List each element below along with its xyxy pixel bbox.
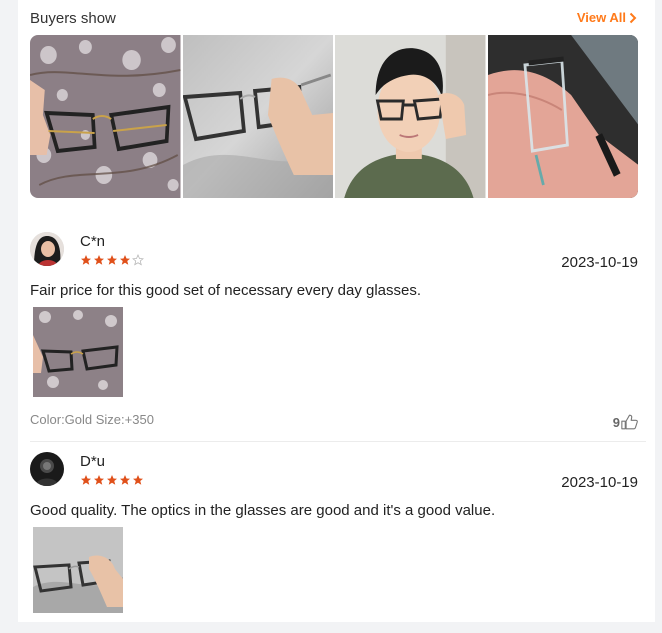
view-all-link[interactable]: View All [577,10,637,25]
star-filled-icon [107,255,117,265]
review-text: Fair price for this good set of necessar… [30,282,422,299]
star-filled-icon [94,255,104,265]
thumbs-up-icon [621,414,638,430]
star-filled-icon [94,475,104,485]
buyer-photo[interactable] [30,35,181,198]
reviewer-name: C*n [80,233,106,250]
helpful-count: 9 [612,414,620,430]
buyers-show-gallery [30,35,638,198]
sku-info: Color:Gold Size:+350 [30,412,154,427]
helpful-button[interactable]: 9 [613,414,638,430]
star-filled-icon [81,475,91,485]
avatar [30,232,64,266]
review-text: Good quality. The optics in the glasses … [30,502,496,519]
star-filled-icon [107,475,117,485]
buyers-show-title: Buyers show [30,10,116,27]
review-photo[interactable] [33,307,123,397]
star-filled-icon [81,255,91,265]
reviews-card: Buyers show View All C*n 2023-10-19 Fair… [18,0,655,622]
star-empty-icon [132,254,144,266]
buyers-show-header: Buyers show View All [30,10,637,30]
rating-stars [80,254,144,266]
buyer-photo[interactable] [182,35,333,198]
star-filled-icon [133,475,143,485]
review-date: 2023-10-19 [561,254,638,271]
buyer-photo[interactable] [335,35,486,198]
star-filled-icon [120,475,130,485]
buyer-photo[interactable] [487,35,638,198]
review-photo[interactable] [33,527,123,613]
rating-stars [80,474,144,486]
review-divider [30,441,646,442]
reviewer-name: D*u [80,453,106,470]
avatar [30,452,64,486]
view-all-label: View All [576,10,626,25]
star-filled-icon [120,255,130,265]
chevron-right-icon [629,12,637,23]
review-date: 2023-10-19 [561,474,638,491]
